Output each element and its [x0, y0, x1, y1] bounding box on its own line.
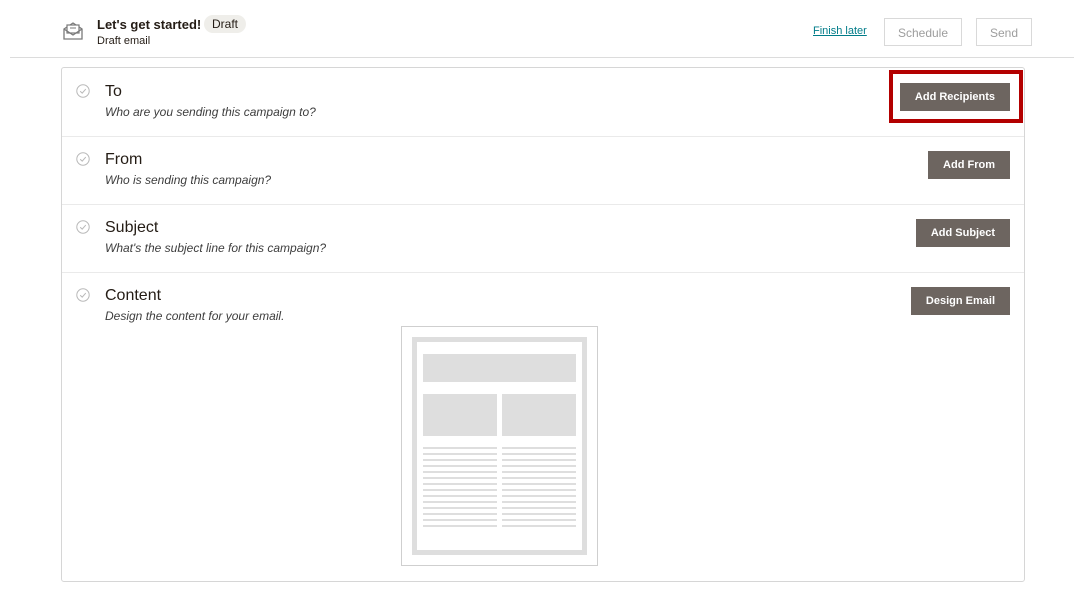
template-image-block — [502, 394, 576, 436]
section-description: Who is sending this campaign? — [105, 173, 272, 187]
template-text-line — [502, 471, 576, 473]
section-title: To — [105, 83, 122, 100]
template-text-line — [423, 513, 497, 515]
section-from: From Who is sending this campaign? Add F… — [62, 136, 1024, 205]
template-text-line — [502, 459, 576, 461]
section-description: Design the content for your email. — [105, 309, 285, 323]
template-text-line — [423, 501, 497, 503]
template-text-line — [423, 477, 497, 479]
template-text-line — [502, 465, 576, 467]
template-text-line — [423, 495, 497, 497]
template-text-line — [423, 525, 497, 527]
template-text-line — [423, 507, 497, 509]
finish-later-link[interactable]: Finish later — [813, 25, 867, 37]
send-button[interactable]: Send — [976, 18, 1032, 46]
template-text-line — [502, 501, 576, 503]
campaign-subtitle: Draft email — [97, 35, 151, 47]
template-image-block — [423, 394, 497, 436]
template-text-line — [423, 489, 497, 491]
header-divider — [10, 57, 1074, 58]
template-text-line — [423, 465, 497, 467]
check-circle-icon — [76, 288, 90, 302]
template-text-line — [423, 519, 497, 521]
section-description: Who are you sending this campaign to? — [105, 105, 316, 119]
section-title: From — [105, 151, 143, 168]
section-subject: Subject What's the subject line for this… — [62, 204, 1024, 273]
template-text-line — [423, 447, 497, 449]
template-text-line — [502, 477, 576, 479]
section-description: What's the subject line for this campaig… — [105, 241, 327, 255]
template-text-line — [502, 507, 576, 509]
check-circle-icon — [76, 84, 90, 98]
email-campaign-icon — [63, 22, 83, 40]
template-text-line — [502, 519, 576, 521]
check-circle-icon — [76, 152, 90, 166]
template-text-line — [423, 459, 497, 461]
design-email-button[interactable]: Design Email — [910, 287, 1010, 315]
template-text-line — [502, 513, 576, 515]
campaign-title: Let's get started! — [97, 17, 202, 32]
campaign-header: Let's get started! Draft Draft email Fin… — [0, 0, 1087, 58]
template-text-line — [502, 447, 576, 449]
template-text-line — [502, 525, 576, 527]
template-text-line — [423, 453, 497, 455]
template-text-line — [423, 471, 497, 473]
template-header-block — [423, 354, 576, 382]
section-title: Content — [105, 287, 162, 304]
add-from-button[interactable]: Add From — [928, 151, 1010, 179]
section-to: To Who are you sending this campaign to?… — [62, 68, 1024, 137]
email-template-thumbnail[interactable] — [401, 326, 598, 566]
template-text-line — [502, 489, 576, 491]
schedule-button[interactable]: Schedule — [884, 18, 962, 46]
section-title: Subject — [105, 219, 159, 236]
campaign-checklist: To Who are you sending this campaign to?… — [61, 67, 1025, 582]
template-text-line — [502, 483, 576, 485]
template-layout-preview — [412, 337, 587, 555]
add-subject-button[interactable]: Add Subject — [915, 219, 1010, 247]
add-recipients-highlight — [889, 70, 1023, 123]
template-text-line — [423, 483, 497, 485]
check-circle-icon — [76, 220, 90, 234]
template-text-line — [502, 453, 576, 455]
template-text-line — [502, 495, 576, 497]
status-badge: Draft — [204, 15, 247, 33]
